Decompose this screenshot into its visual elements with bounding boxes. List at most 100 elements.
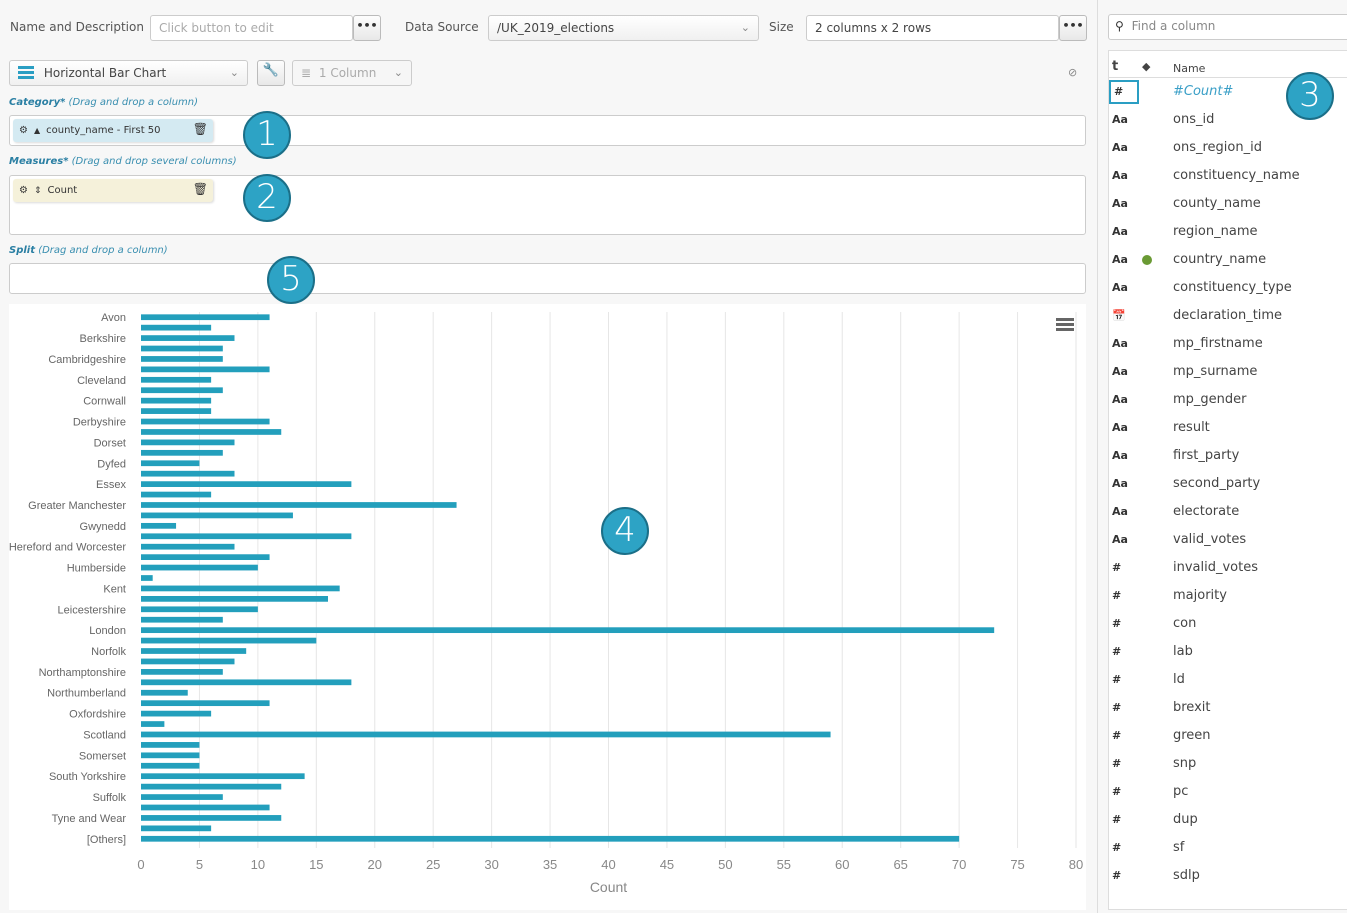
column-name: country_name [1173, 252, 1267, 267]
column-list-item[interactable]: # sdlp [1109, 862, 1347, 890]
column-list-item[interactable]: # snp [1109, 750, 1347, 778]
column-list-item[interactable]: # majority [1109, 582, 1347, 610]
trash-icon[interactable]: 🗑 [193, 182, 208, 196]
column-list-item[interactable]: 📅 declaration_time [1109, 302, 1347, 330]
data-source-value: /UK_2019_elections [497, 21, 615, 35]
category-label: Gwynedd [80, 521, 126, 533]
annotation-badge-4: 4 [601, 507, 649, 555]
edit-name-button[interactable]: ••• [353, 15, 381, 41]
number-type-icon: # [1112, 757, 1122, 770]
column-list-item[interactable]: Aa valid_votes [1109, 526, 1347, 554]
bar [141, 627, 995, 634]
category-label: [Others] [87, 834, 126, 846]
x-tick-label: 15 [309, 857, 323, 872]
column-list-item[interactable]: # con [1109, 610, 1347, 638]
bar [141, 502, 457, 508]
measures-dropzone[interactable]: ⚙ ⇕ Count 🗑 [9, 175, 1086, 235]
column-list-item[interactable]: # pc [1109, 778, 1347, 806]
bar [141, 533, 352, 540]
measure-pill[interactable]: ⚙ ⇕ Count 🗑 [13, 179, 213, 202]
category-label: Cleveland [77, 375, 126, 387]
column-list-item[interactable]: Aa mp_firstname [1109, 330, 1347, 358]
column-list-item[interactable]: # green [1109, 722, 1347, 750]
column-list-item[interactable]: Aa county_name [1109, 190, 1347, 218]
column-list-item[interactable]: Aa electorate [1109, 498, 1347, 526]
column-list-item[interactable]: Aa mp_surname [1109, 358, 1347, 386]
split-section-title: Split (Drag and drop a column) [9, 245, 168, 256]
column-search-input[interactable]: ⚲ Find a column [1108, 14, 1347, 40]
chart-type-value: Horizontal Bar Chart [43, 66, 167, 80]
category-label: Leicestershire [58, 604, 126, 616]
search-placeholder: Find a column [1131, 19, 1216, 33]
column-list-item[interactable]: # dup [1109, 806, 1347, 834]
column-name: first_party [1173, 448, 1240, 463]
bar [141, 335, 235, 341]
column-sidebar: ⚲ Find a column t ◆ Name # #Count# Aa ons_i… [1097, 0, 1347, 913]
bar [141, 522, 177, 529]
data-source-label: Data Source [405, 20, 479, 34]
data-source-select[interactable]: /UK_2019_elections ⌄ [488, 15, 759, 41]
category-label: Scotland [83, 729, 126, 741]
column-name: valid_votes [1173, 532, 1247, 547]
column-list-item[interactable]: Aa result [1109, 414, 1347, 442]
bar [141, 585, 340, 592]
bar [141, 324, 212, 331]
wrench-icon: 🔧 [262, 63, 280, 78]
gear-icon[interactable]: ⚙ [19, 125, 28, 136]
sort-asc-icon: ▲ [33, 126, 41, 135]
annotation-badge-2: 2 [243, 174, 291, 222]
category-section-title: Category* (Drag and drop a column) [9, 97, 199, 108]
edit-size-button[interactable]: ••• [1059, 15, 1087, 41]
calendar-icon: 📅 [1112, 309, 1126, 322]
bar [141, 700, 270, 707]
split-dropzone[interactable] [9, 263, 1086, 294]
category-pill[interactable]: ⚙ ▲ county_name - First 50 🗑 [13, 119, 213, 142]
column-name: ons_region_id [1173, 140, 1262, 155]
bar [141, 481, 352, 487]
hamburger-menu-icon[interactable] [1056, 318, 1074, 331]
column-name: ons_id [1173, 112, 1215, 127]
column-name: mp_gender [1173, 392, 1247, 407]
column-list-item[interactable]: # brexit [1109, 694, 1347, 722]
column-list-item[interactable]: # ld [1109, 666, 1347, 694]
gear-icon[interactable]: ⚙ [19, 185, 28, 196]
bar [141, 356, 223, 362]
bar [141, 429, 282, 435]
column-list-item[interactable]: Aa second_party [1109, 470, 1347, 498]
chart-settings-button[interactable]: 🔧 [257, 60, 285, 86]
column-list-item[interactable]: Aa region_name [1109, 218, 1347, 246]
text-type-icon: Aa [1112, 393, 1128, 406]
column-list-item[interactable]: Aa ons_region_id [1109, 134, 1347, 162]
column-list-item[interactable]: # lab [1109, 638, 1347, 666]
chart-type-select[interactable]: Horizontal Bar Chart ⌄ [9, 60, 248, 86]
column-list-item[interactable]: Aa constituency_type [1109, 274, 1347, 302]
bar [141, 595, 328, 602]
column-list-item[interactable]: Aa mp_gender [1109, 386, 1347, 414]
number-type-icon: # [1112, 589, 1122, 602]
column-name: sdlp [1173, 868, 1200, 883]
column-list-item[interactable]: # invalid_votes [1109, 554, 1347, 582]
column-list-item[interactable]: # sf [1109, 834, 1347, 862]
category-label: Cornwall [83, 396, 126, 408]
column-name: constituency_name [1173, 168, 1300, 183]
bar [141, 783, 282, 790]
number-type-icon: # [1112, 701, 1122, 714]
size-field[interactable]: 2 columns x 2 rows [806, 15, 1059, 41]
text-type-icon: Aa [1112, 533, 1128, 546]
size-label: Size [769, 20, 794, 34]
column-list-item[interactable]: Aa country_name [1109, 246, 1347, 274]
eye-slash-icon[interactable]: ⊘ [1068, 66, 1077, 79]
name-description-label: Name and Description [10, 20, 144, 34]
sort-icon: ⇕ [33, 185, 42, 196]
category-dropzone[interactable]: ⚙ ▲ county_name - First 50 🗑 [9, 115, 1086, 146]
x-tick-label: 70 [952, 857, 966, 872]
category-label: Suffolk [93, 792, 127, 804]
name-description-field[interactable]: Click button to edit [150, 15, 353, 41]
column-list-item[interactable]: Aa first_party [1109, 442, 1347, 470]
category-label: Dyfed [97, 458, 126, 470]
column-name: brexit [1173, 700, 1211, 715]
bar [141, 804, 270, 811]
trash-icon[interactable]: 🗑 [193, 122, 208, 136]
bar [141, 439, 235, 446]
column-list-item[interactable]: Aa constituency_name [1109, 162, 1347, 190]
